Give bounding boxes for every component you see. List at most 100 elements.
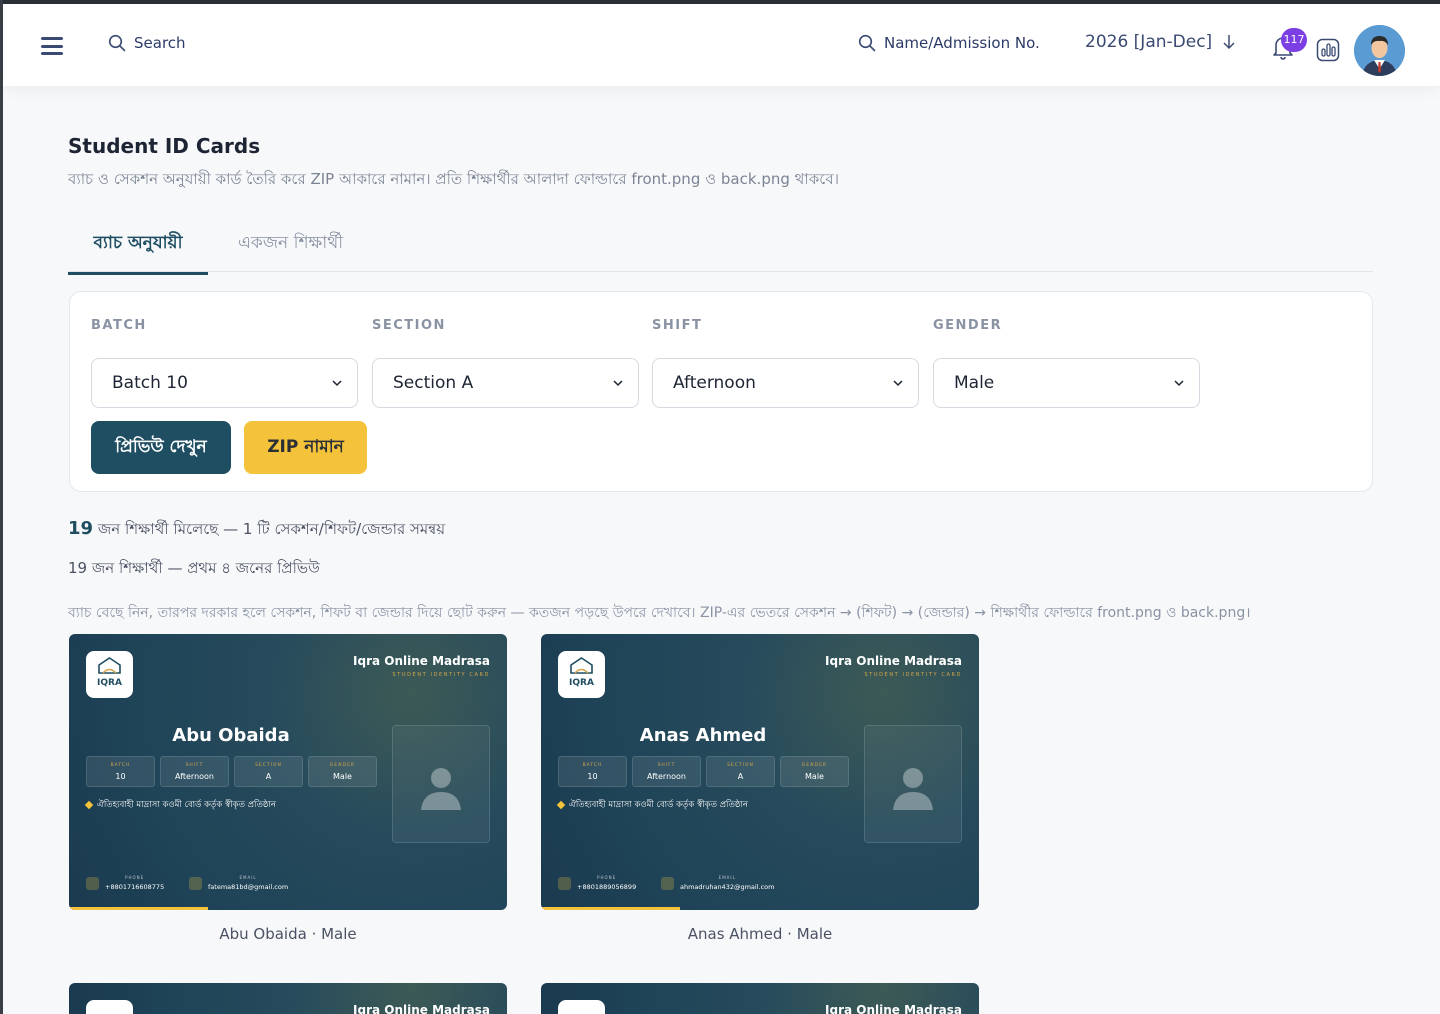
phone-value: +8801889056899 (577, 883, 637, 891)
tab-batch[interactable]: ব্যাচ অনুযায়ী (68, 230, 208, 275)
card-stripe (69, 907, 208, 910)
user-avatar-icon (1354, 25, 1405, 76)
info-chips: BATCH 10 SHIFT Afternoon SECTION A GENDER Ma… (86, 756, 377, 787)
email-label: EMAIL (718, 875, 736, 880)
card-caption: Anas Ahmed · Male (687, 925, 833, 943)
preview-button[interactable]: প্রিভিউ দেখুন (91, 421, 231, 474)
chip-value: Male (333, 772, 352, 781)
top-header: Search Name/Admission No. 2026 [Jan-Dec]… (3, 4, 1440, 86)
phone-icon (86, 876, 99, 890)
menu-icon[interactable] (41, 37, 63, 55)
madrasa-logo-icon: IQRA (97, 657, 122, 688)
gender-chip: GENDER Male (308, 756, 377, 787)
batch-select-value: Batch 10 (112, 373, 188, 393)
email-label: EMAIL (239, 875, 257, 880)
student-name: Abu Obaida (172, 725, 290, 746)
phone-contact: PHONE +8801716608775 (86, 875, 164, 891)
madrasa-logo-icon: IQRA (569, 657, 594, 688)
madrasa-logo: IQRA (558, 651, 605, 698)
session-label: 2026 [Jan-Dec] (1085, 32, 1213, 52)
card-type: STUDENT IDENTITY CARD (392, 672, 490, 678)
info-chips: BATCH 10 SHIFT Afternoon SECTION A GENDER Ma… (558, 756, 849, 787)
id-card-preview[interactable]: Iqra Online Madrasa (69, 983, 507, 1014)
mail-icon (189, 876, 202, 890)
section-select[interactable]: Section A (372, 358, 639, 408)
mode-tabs: ব্যাচ অনুযায়ী একজন শিক্ষার্থী (68, 222, 1373, 275)
id-card-preview[interactable]: Iqra Online Madrasa (541, 983, 979, 1014)
chevron-down-icon (332, 380, 342, 387)
zip-download-button[interactable]: ZIP নামান (244, 421, 367, 474)
chevron-down-icon (1174, 380, 1184, 387)
batch-select[interactable]: Batch 10 (91, 358, 358, 408)
stats-icon[interactable] (1316, 38, 1340, 62)
institution-name: Iqra Online Madrasa (825, 1003, 962, 1014)
chip-value: Male (805, 772, 824, 781)
chip-key: SECTION (255, 763, 282, 768)
institution-name: Iqra Online Madrasa (825, 654, 962, 668)
user-silhouette-icon (893, 768, 933, 810)
section-label: SECTION (372, 318, 446, 333)
user-avatar[interactable] (1354, 25, 1405, 76)
gender-chip: GENDER Male (780, 756, 849, 787)
section-select-value: Section A (393, 373, 474, 393)
student-name: Anas Ahmed (639, 725, 767, 746)
chip-value: 10 (587, 772, 598, 781)
madrasa-logo (558, 1000, 605, 1014)
global-search[interactable]: Search (108, 34, 186, 52)
preview-info: 19 জন শিক্ষার্থী — প্রথম ৪ জনের প্রিভিউ (68, 559, 320, 577)
diamond-icon (84, 800, 94, 810)
madrasa-logo (86, 1000, 133, 1014)
section-chip: SECTION A (706, 756, 775, 787)
madrasa-logo: IQRA (86, 651, 133, 698)
tagline-text: ঐতিহ্যবাহী মাদ্রাসা কওমী বোর্ড কর্তৃক স্… (97, 800, 276, 810)
search-placeholder: Search (134, 34, 186, 52)
tab-single-student[interactable]: একজন শিক্ষার্থী (238, 230, 343, 272)
filter-panel: BATCH SECTION SHIFT GENDER Batch 10 Sect… (69, 291, 1373, 492)
chip-key: SECTION (727, 763, 754, 768)
card-stripe (541, 907, 680, 910)
institution-name: Iqra Online Madrasa (353, 654, 490, 668)
chip-value: A (737, 772, 744, 781)
gender-select-value: Male (954, 373, 995, 393)
email-value: fatema81bd@gmail.com (208, 883, 289, 891)
match-count: 19 জন শিক্ষার্থী মিলেছে — 1 টি সেকশন/শিফ… (68, 518, 445, 543)
phone-contact: PHONE +8801889056899 (558, 875, 636, 891)
svg-text:IQRA: IQRA (569, 678, 594, 688)
user-silhouette-icon (421, 768, 461, 810)
shift-label: SHIFT (652, 318, 703, 333)
phone-value: +8801716608775 (105, 883, 165, 891)
institution-name: Iqra Online Madrasa (353, 1003, 490, 1014)
chevron-down-icon (613, 380, 623, 387)
session-selector[interactable]: 2026 [Jan-Dec] (1085, 32, 1236, 52)
chip-key: GENDER (329, 763, 356, 768)
email-value: ahmadruhan432@gmail.com (680, 883, 775, 891)
batch-chip: BATCH 10 (558, 756, 627, 787)
shift-select[interactable]: Afternoon (652, 358, 919, 408)
batch-label: BATCH (91, 318, 147, 333)
chip-key: SHIFT (657, 763, 676, 768)
phone-label: PHONE (597, 875, 617, 880)
search-icon (108, 34, 126, 52)
chip-value: Afternoon (647, 772, 686, 781)
photo-placeholder (864, 725, 962, 843)
arrow-down-icon (1223, 35, 1235, 50)
shift-select-value: Afternoon (673, 373, 756, 393)
help-text: ব্যাচ বেছে নিন, তারপর দরকার হলে সেকশন, শ… (68, 605, 1251, 621)
student-search[interactable]: Name/Admission No. (858, 34, 1040, 52)
chip-key: BATCH (582, 763, 603, 768)
page-title: Student ID Cards (68, 134, 261, 158)
photo-placeholder (392, 725, 490, 843)
tagline-text: ঐতিহ্যবাহী মাদ্রাসা কওমী বোর্ড কর্তৃক স্… (569, 800, 748, 810)
card-tagline: ঐতিহ্যবাহী মাদ্রাসা কওমী বোর্ড কর্তৃক স্… (84, 798, 276, 812)
id-card-preview[interactable]: IQRA Iqra Online Madrasa STUDENT IDENTIT… (541, 634, 979, 910)
chip-key: GENDER (801, 763, 828, 768)
chip-key: BATCH (110, 763, 131, 768)
chip-value: 10 (115, 772, 126, 781)
diamond-icon (556, 800, 566, 810)
id-card-preview[interactable]: IQRA Iqra Online Madrasa STUDENT IDENTIT… (69, 634, 507, 910)
chip-value: Afternoon (175, 772, 214, 781)
notification-badge: 117 (1281, 28, 1307, 52)
email-contact: EMAIL ahmadruhan432@gmail.com (661, 875, 774, 891)
gender-select[interactable]: Male (933, 358, 1200, 408)
chip-value: A (265, 772, 272, 781)
